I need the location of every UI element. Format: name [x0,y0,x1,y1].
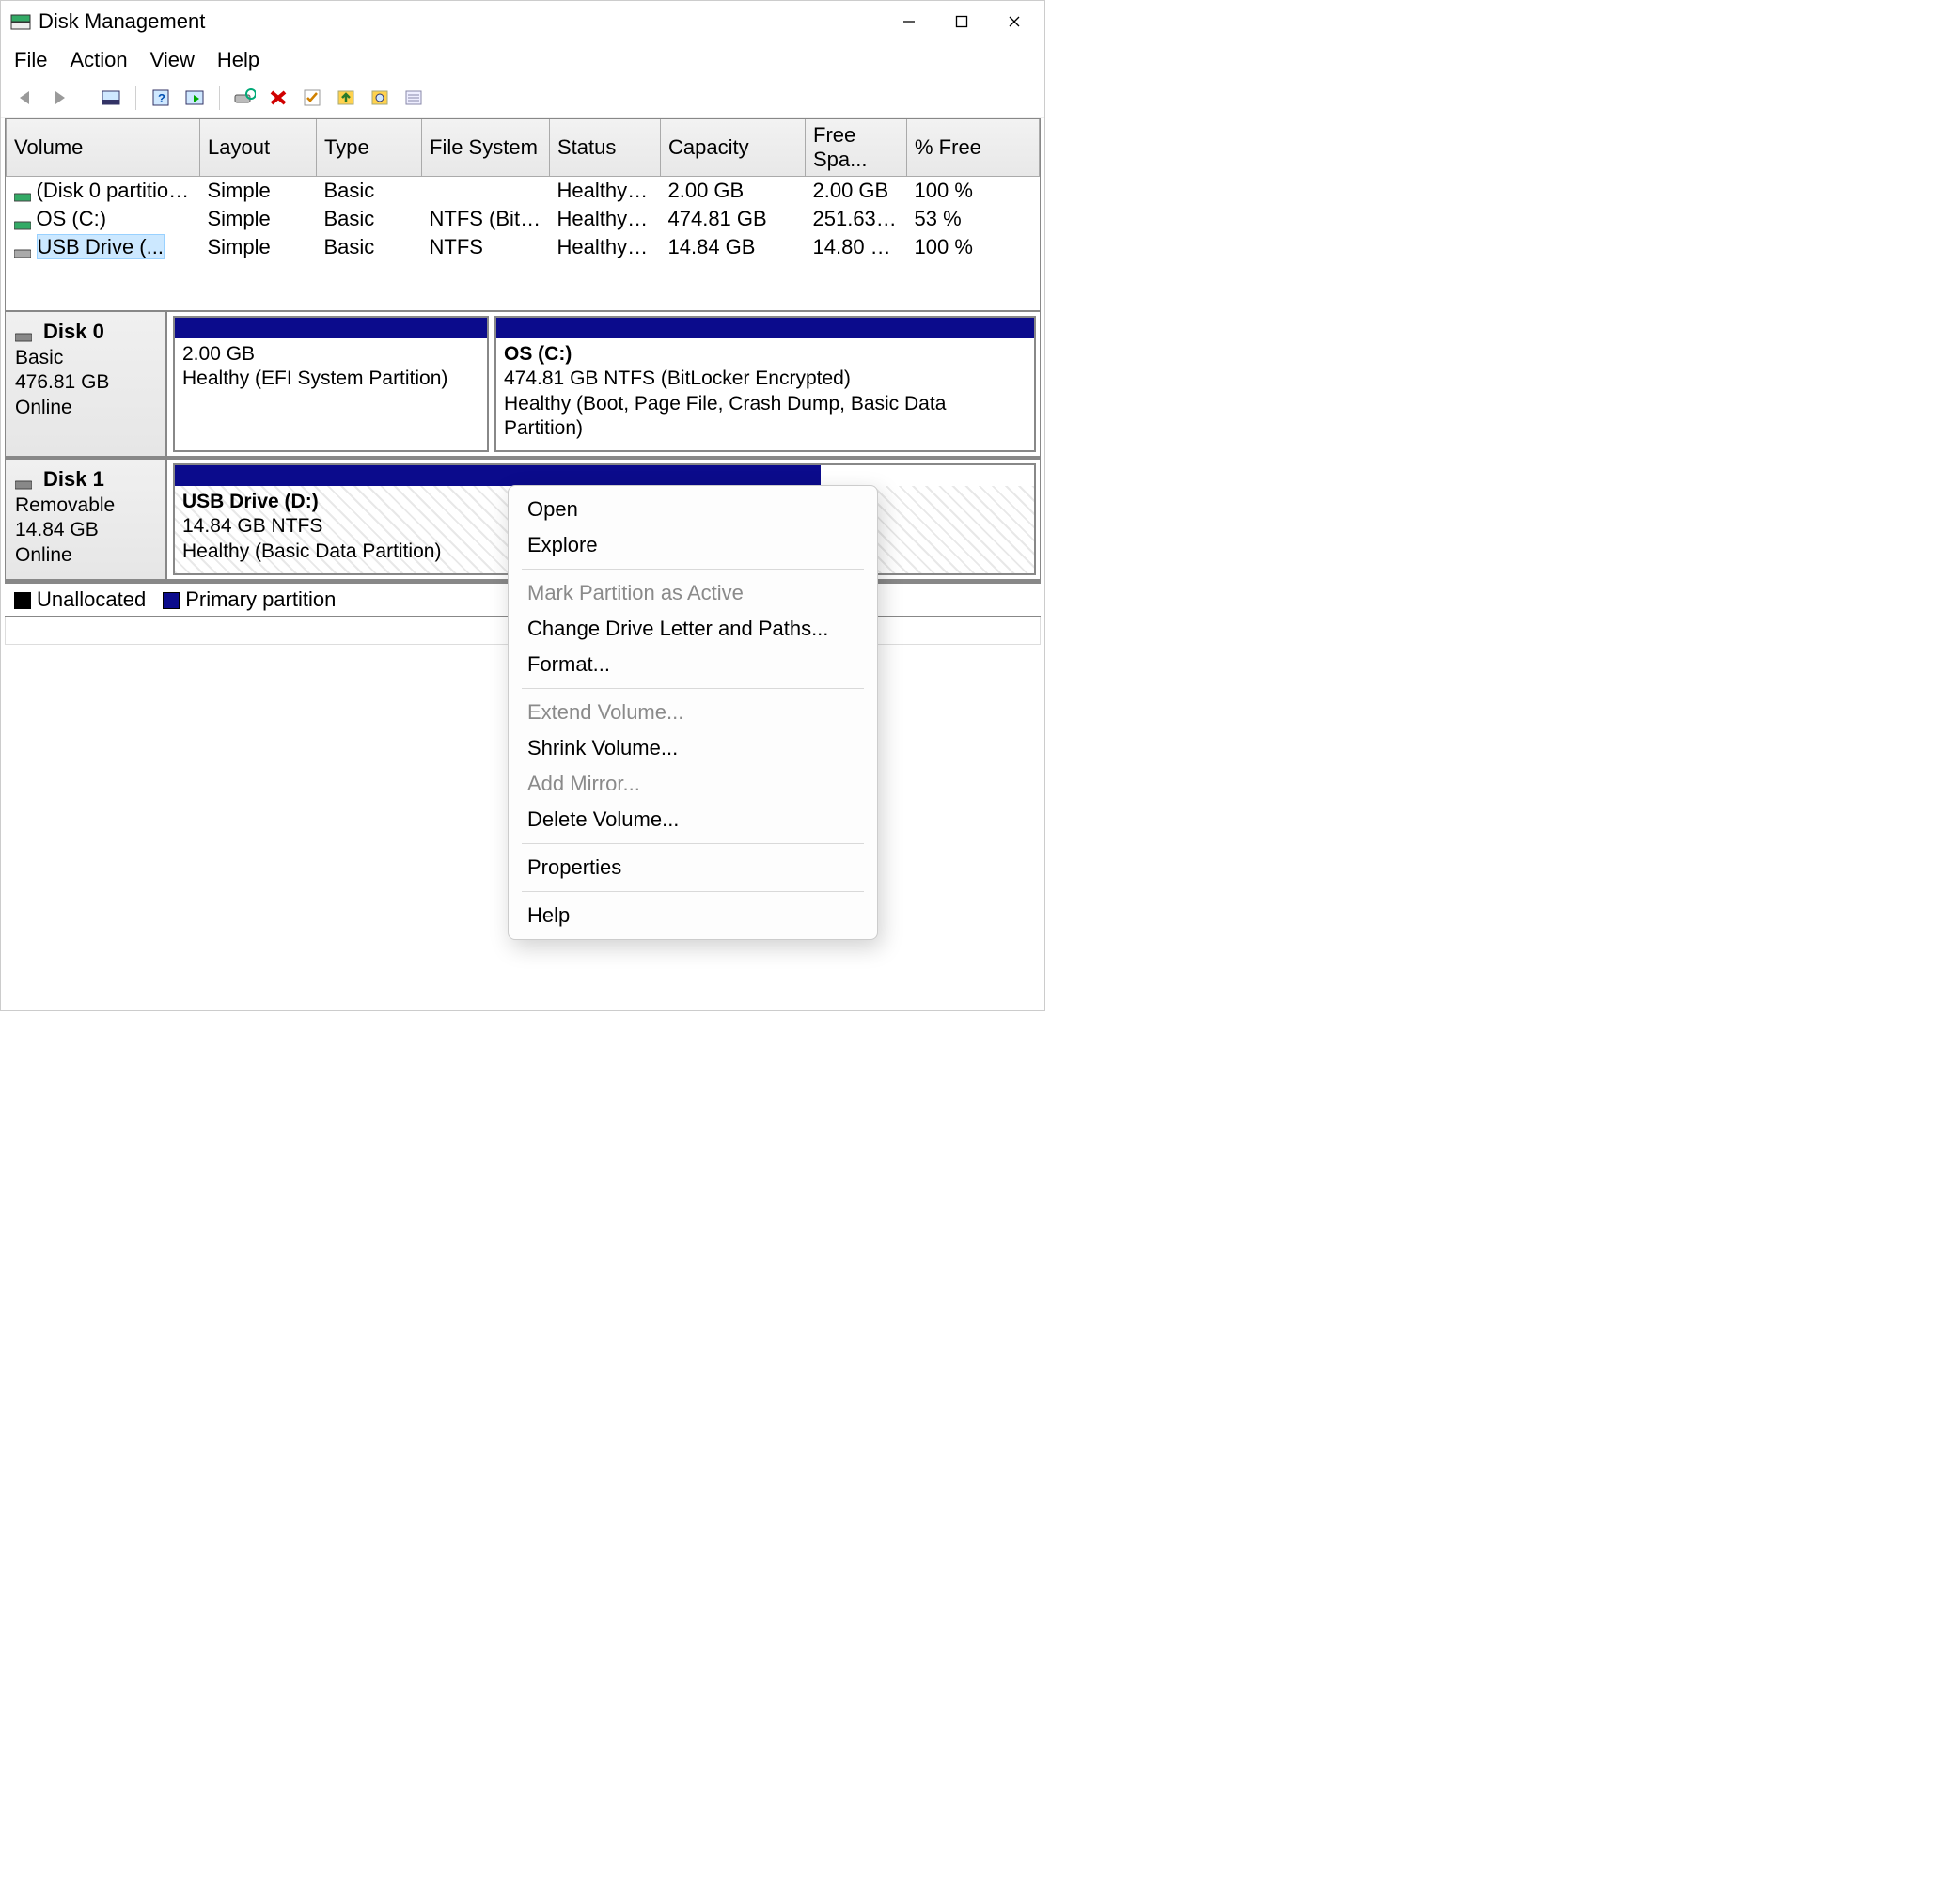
cm-shrink[interactable]: Shrink Volume... [509,730,877,766]
col-capacity[interactable]: Capacity [661,119,806,177]
svg-text:?: ? [158,91,165,105]
column-headers[interactable]: Volume Layout Type File System Status Ca… [7,119,1040,177]
forward-button[interactable] [44,84,78,112]
show-hide-action-button[interactable] [178,84,212,112]
drive-icon [14,185,31,198]
minimize-button[interactable] [883,4,935,39]
window-controls [883,4,1041,39]
cm-extend: Extend Volume... [509,695,877,730]
drive-icon [14,213,31,227]
cm-change-letter[interactable]: Change Drive Letter and Paths... [509,611,877,647]
menu-view[interactable]: View [150,48,195,72]
window-title: Disk Management [39,9,205,34]
close-button[interactable] [988,4,1041,39]
refresh-button[interactable] [227,84,261,112]
col-volume[interactable]: Volume [7,119,200,177]
menu-file[interactable]: File [14,48,47,72]
menu-help[interactable]: Help [217,48,259,72]
list-icon[interactable] [397,84,431,112]
table-row[interactable]: USB Drive (...SimpleBasicNTFSHealthy (B.… [7,233,1040,261]
legend-primary: Primary partition [185,587,336,611]
col-status[interactable]: Status [550,119,661,177]
upload-icon[interactable] [329,84,363,112]
disk0-partition-1[interactable]: 2.00 GB Healthy (EFI System Partition) [173,316,489,452]
volume-list[interactable]: Volume Layout Type File System Status Ca… [6,119,1040,310]
delete-icon[interactable] [261,84,295,112]
toolbar: ? [1,82,1044,118]
app-icon [10,11,31,32]
cm-explore[interactable]: Explore [509,527,877,563]
menu-action[interactable]: Action [70,48,127,72]
table-row[interactable]: (Disk 0 partition 1)SimpleBasicHealthy (… [7,177,1040,206]
title-bar: Disk Management [1,1,1044,42]
drive-icon [14,242,31,255]
explore-icon[interactable] [363,84,397,112]
col-type[interactable]: Type [317,119,422,177]
stripe [496,318,1034,338]
cm-mirror: Add Mirror... [509,766,877,802]
help-button[interactable]: ? [144,84,178,112]
disk-row-0: Disk 0 Basic476.81 GBOnline 2.00 GB Heal… [6,312,1040,460]
cm-format[interactable]: Format... [509,647,877,682]
legend-unallocated: Unallocated [37,587,146,611]
properties-icon[interactable] [295,84,329,112]
col-layout[interactable]: Layout [200,119,317,177]
cm-open[interactable]: Open [509,492,877,527]
back-button[interactable] [10,84,44,112]
disk0-partition-2[interactable]: OS (C:) 474.81 GB NTFS (BitLocker Encryp… [494,316,1036,452]
context-menu: Open Explore Mark Partition as Active Ch… [508,485,878,940]
show-hide-console-button[interactable] [94,84,128,112]
col-filesystem[interactable]: File System [422,119,550,177]
col-pctfree[interactable]: % Free [907,119,1040,177]
col-free[interactable]: Free Spa... [806,119,907,177]
cm-help[interactable]: Help [509,898,877,933]
maximize-button[interactable] [935,4,988,39]
disk1-label[interactable]: Disk 1 Removable14.84 GBOnline [6,460,167,579]
menu-bar: File Action View Help [1,42,1044,82]
disk0-label[interactable]: Disk 0 Basic476.81 GBOnline [6,312,167,456]
cm-mark-active: Mark Partition as Active [509,575,877,611]
stripe [175,465,821,486]
cm-delete[interactable]: Delete Volume... [509,802,877,837]
cm-properties[interactable]: Properties [509,850,877,885]
table-row[interactable]: OS (C:)SimpleBasicNTFS (BitLo...Healthy … [7,205,1040,233]
stripe [175,318,487,338]
